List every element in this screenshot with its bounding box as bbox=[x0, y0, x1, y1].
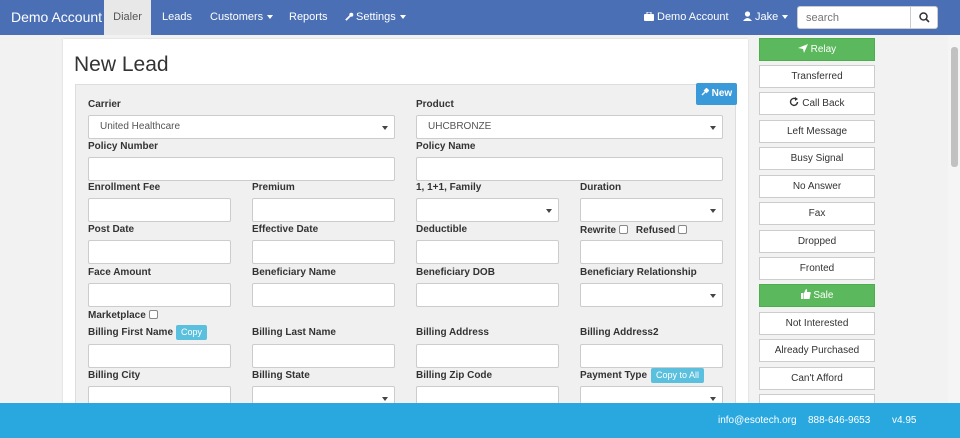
search-input[interactable] bbox=[797, 6, 911, 29]
nav-dialer[interactable]: Dialer bbox=[104, 0, 151, 35]
fronted-button[interactable]: Fronted bbox=[759, 257, 875, 280]
copy-button[interactable]: Copy bbox=[176, 325, 208, 340]
premium-label: Premium bbox=[252, 182, 295, 193]
rewrite-field[interactable] bbox=[580, 240, 723, 264]
billing-state-label: Billing State bbox=[252, 370, 310, 381]
wrench-icon bbox=[345, 12, 354, 21]
carrier-select[interactable]: United Healthcare bbox=[88, 115, 395, 139]
policy-name-field[interactable] bbox=[416, 157, 723, 181]
billing-address-label: Billing Address bbox=[416, 327, 489, 338]
relay-button[interactable]: Relay bbox=[759, 38, 875, 61]
family-select[interactable] bbox=[416, 198, 559, 222]
no-answer-button[interactable]: No Answer bbox=[759, 175, 875, 198]
next-status-button[interactable] bbox=[759, 394, 875, 403]
send-icon bbox=[797, 44, 808, 53]
policy-name-label: Policy Name bbox=[416, 141, 476, 152]
lead-panel: New Lead New Carrier United Healthcare P… bbox=[63, 39, 748, 410]
payment-type-label: Payment Type bbox=[580, 370, 648, 381]
duration-select[interactable] bbox=[580, 198, 723, 222]
sale-button[interactable]: Sale bbox=[759, 284, 875, 307]
dropped-button[interactable]: Dropped bbox=[759, 230, 875, 253]
premium-field[interactable] bbox=[252, 198, 395, 222]
deductible-label: Deductible bbox=[416, 224, 468, 235]
scroll-thumb[interactable] bbox=[951, 47, 958, 167]
billing-city-label: Billing City bbox=[88, 370, 141, 381]
billing-last-name-field[interactable] bbox=[252, 344, 395, 368]
search-icon bbox=[919, 12, 930, 23]
thumbs-up-icon bbox=[800, 289, 811, 299]
effective-date-field[interactable] bbox=[252, 240, 395, 264]
already-purchased-button[interactable]: Already Purchased bbox=[759, 339, 875, 362]
effective-date-label: Effective Date bbox=[252, 224, 319, 235]
top-navbar: Demo Account Dialer Leads Customers Repo… bbox=[0, 0, 960, 35]
user-icon bbox=[743, 11, 752, 21]
refresh-icon bbox=[790, 97, 799, 106]
transferred-button[interactable]: Transferred bbox=[759, 65, 875, 88]
billing-address-field[interactable] bbox=[416, 344, 559, 368]
nav-leads[interactable]: Leads bbox=[162, 0, 192, 35]
marketplace-checkbox[interactable] bbox=[148, 310, 158, 319]
footer-version: v4.95 bbox=[892, 415, 917, 426]
cant-afford-button[interactable]: Can't Afford bbox=[759, 367, 875, 390]
pin-icon bbox=[701, 87, 710, 96]
family-label: 1, 1+1, Family bbox=[416, 182, 482, 193]
nav-user[interactable]: Jake bbox=[743, 0, 789, 35]
nav-reports[interactable]: Reports bbox=[289, 0, 328, 35]
post-date-label: Post Date bbox=[88, 224, 135, 235]
beneficiary-name-field[interactable] bbox=[252, 283, 395, 307]
nav-settings[interactable]: Settings bbox=[345, 0, 406, 35]
billing-first-name-label: Billing First Name bbox=[88, 327, 174, 338]
fax-button[interactable]: Fax bbox=[759, 202, 875, 225]
policy-number-label: Policy Number bbox=[88, 141, 159, 152]
billing-last-name-label: Billing Last Name bbox=[252, 327, 336, 338]
policy-number-field[interactable] bbox=[88, 157, 395, 181]
beneficiary-dob-field[interactable] bbox=[416, 283, 559, 307]
refused-checkbox[interactable] bbox=[678, 225, 688, 234]
beneficiary-relationship-label: Beneficiary Relationship bbox=[580, 267, 697, 278]
footer-phone: 888-646-9653 bbox=[808, 415, 871, 426]
billing-address2-label: Billing Address2 bbox=[580, 327, 659, 338]
marketplace-label: Marketplace bbox=[88, 310, 158, 321]
beneficiary-dob-label: Beneficiary DOB bbox=[416, 267, 495, 278]
face-amount-field[interactable] bbox=[88, 283, 231, 307]
enrollment-fee-field[interactable] bbox=[88, 198, 231, 222]
duration-label: Duration bbox=[580, 182, 622, 193]
new-button[interactable]: New bbox=[696, 83, 737, 105]
beneficiary-relationship-select[interactable] bbox=[580, 283, 723, 307]
billing-first-name-field[interactable] bbox=[88, 344, 231, 368]
product-select[interactable]: UHCBRONZE bbox=[416, 115, 723, 139]
deductible-field[interactable] bbox=[416, 240, 559, 264]
rewrite-checkbox[interactable] bbox=[619, 225, 629, 234]
not-interested-button[interactable]: Not Interested bbox=[759, 312, 875, 335]
brand-link[interactable]: Demo Account bbox=[11, 9, 102, 25]
briefcase-icon bbox=[644, 11, 654, 21]
call-back-button[interactable]: Call Back bbox=[759, 92, 875, 115]
billing-address2-field[interactable] bbox=[580, 344, 723, 368]
busy-signal-button[interactable]: Busy Signal bbox=[759, 147, 875, 170]
enrollment-fee-label: Enrollment Fee bbox=[88, 182, 161, 193]
product-label: Product bbox=[416, 99, 454, 110]
billing-zip-label: Billing Zip Code bbox=[416, 370, 493, 381]
chevron-down-icon bbox=[782, 15, 789, 20]
footer: info@esotech.org 888-646-9653 v4.95 bbox=[0, 403, 960, 438]
nav-customers[interactable]: Customers bbox=[210, 0, 274, 35]
rewrite-refused-labels: Rewrite Refused bbox=[580, 225, 688, 236]
post-date-field[interactable] bbox=[88, 240, 231, 264]
chevron-down-icon bbox=[399, 15, 406, 20]
search-button[interactable] bbox=[910, 6, 938, 29]
face-amount-label: Face Amount bbox=[88, 267, 151, 278]
chevron-down-icon bbox=[267, 15, 274, 20]
nav-account[interactable]: Demo Account bbox=[644, 0, 729, 35]
page-scrollbar[interactable] bbox=[948, 35, 960, 403]
carrier-label: Carrier bbox=[88, 99, 121, 110]
footer-email[interactable]: info@esotech.org bbox=[718, 415, 797, 426]
copy-to-all-button[interactable]: Copy to All bbox=[651, 368, 705, 383]
beneficiary-name-label: Beneficiary Name bbox=[252, 267, 336, 278]
page-title: New Lead bbox=[74, 53, 169, 76]
left-message-button[interactable]: Left Message bbox=[759, 120, 875, 143]
